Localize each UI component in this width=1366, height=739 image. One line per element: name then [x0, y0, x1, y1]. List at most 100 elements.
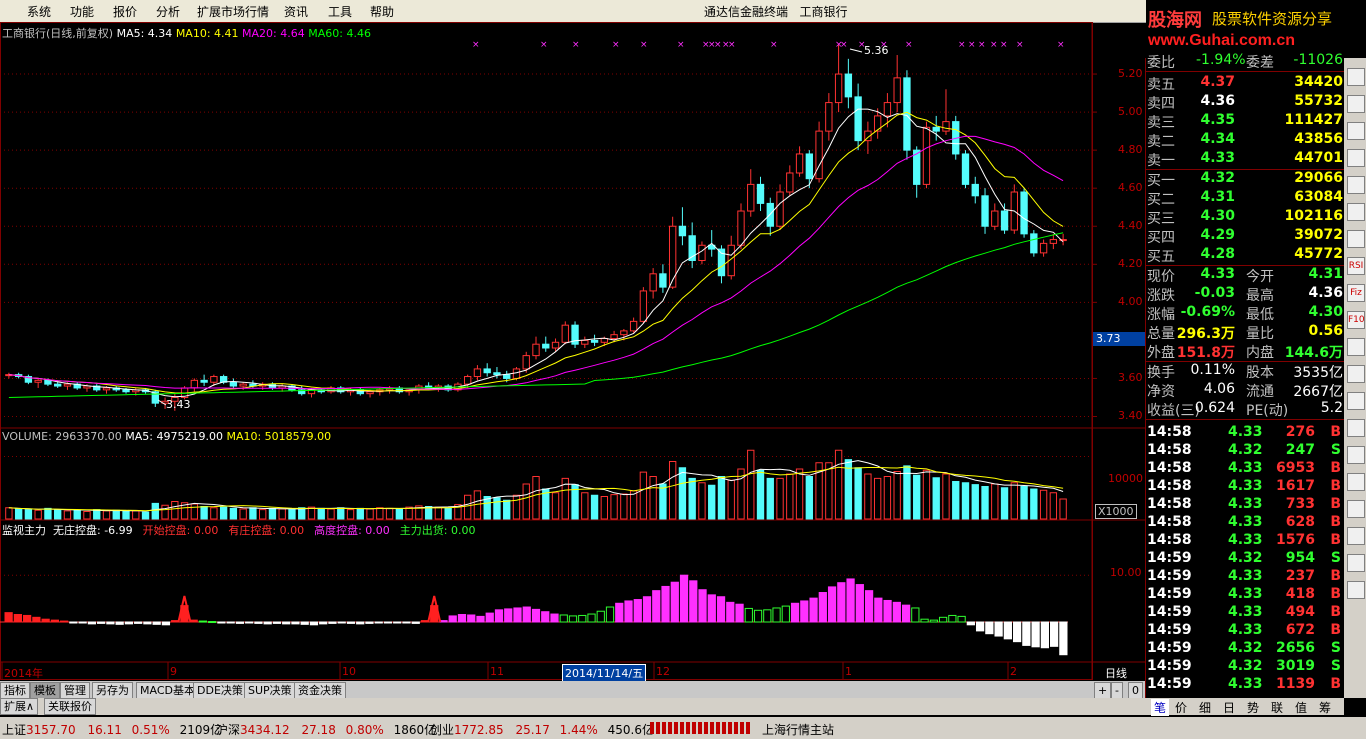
- tick-side: B: [1330, 622, 1341, 638]
- ask-row[interactable]: 卖五 4.37 34420: [1146, 74, 1345, 93]
- bid-row[interactable]: 买一 4.32 29066: [1146, 170, 1345, 189]
- panel-tab-2[interactable]: 细: [1199, 699, 1211, 716]
- tick-row[interactable]: 14:59 4.33 494 B: [1146, 604, 1345, 623]
- fund-icon[interactable]: [1347, 230, 1365, 248]
- menu-function[interactable]: 功能: [70, 3, 94, 20]
- candle-body: [532, 343, 540, 357]
- tab-template[interactable]: 模板: [30, 682, 60, 699]
- zoom-out-button[interactable]: -: [1111, 682, 1123, 699]
- menu-news[interactable]: 资讯: [284, 3, 308, 20]
- tab-fund[interactable]: 资金决策: [294, 682, 346, 699]
- fiz-icon[interactable]: Fiz: [1347, 284, 1365, 302]
- indicator-bar: [892, 601, 901, 623]
- panel-tab-7[interactable]: 筹: [1319, 699, 1331, 716]
- menu-icon[interactable]: [1347, 365, 1365, 383]
- tick-row[interactable]: 14:58 4.32 247 S: [1146, 442, 1345, 461]
- bid-row[interactable]: 买二 4.31 63084: [1146, 189, 1345, 208]
- volume-bar: [395, 508, 404, 520]
- stat-row[interactable]: 涨跌 -0.03 最高 4.36: [1146, 285, 1345, 304]
- bid-row[interactable]: 买四 4.29 39072: [1146, 227, 1345, 246]
- menu-help[interactable]: 帮助: [370, 3, 394, 20]
- bid-row[interactable]: 买三 4.30 102116: [1146, 208, 1345, 227]
- ask-row[interactable]: 卖四 4.36 55732: [1146, 93, 1345, 112]
- tick-row[interactable]: 14:59 4.33 1139 B: [1146, 676, 1345, 695]
- fundamental-row[interactable]: 换手 0.11% 股本 3535亿: [1146, 362, 1345, 381]
- tick-row[interactable]: 14:58 4.33 733 B: [1146, 496, 1345, 515]
- menu-analysis[interactable]: 分析: [156, 3, 180, 20]
- tab-save-as[interactable]: 另存为: [92, 682, 133, 699]
- candle-body: [503, 374, 511, 379]
- tick-row[interactable]: 14:59 4.33 672 B: [1146, 622, 1345, 641]
- chart-area[interactable]: × × × × × × × × × × × × × × × × × × × × × × × × 工商银行(日线,前复权) MA…: [0, 22, 1146, 682]
- bar-chart-icon[interactable]: [1347, 95, 1365, 113]
- zoom-icon[interactable]: [1347, 446, 1365, 464]
- tick-row[interactable]: 14:58 4.33 6953 B: [1146, 460, 1345, 479]
- pattern-icon[interactable]: [1347, 419, 1365, 437]
- tab-macd[interactable]: MACD基本: [136, 682, 199, 699]
- tick-row[interactable]: 14:58 4.33 1576 B: [1146, 532, 1345, 551]
- bid-row[interactable]: 买五 4.28 45772: [1146, 246, 1345, 266]
- ratio-row[interactable]: 委比 -1.94% 委差 -11026: [1146, 52, 1345, 72]
- rsi-icon[interactable]: [1347, 392, 1365, 410]
- tick-row[interactable]: 14:58 4.33 1617 B: [1146, 478, 1345, 497]
- tick-row[interactable]: 14:59 4.32 3019 S: [1146, 658, 1345, 677]
- compare-icon[interactable]: [1347, 338, 1365, 356]
- f10-icon[interactable]: F10: [1347, 311, 1365, 329]
- tick-row[interactable]: 14:59 4.33 418 B: [1146, 586, 1345, 605]
- server-name[interactable]: 上海行情主站: [762, 721, 834, 738]
- tick-row[interactable]: 14:59 4.32 2656 S: [1146, 640, 1345, 659]
- tab-indicator[interactable]: 指标: [0, 682, 30, 699]
- tab-related-quote[interactable]: 关联报价: [44, 698, 96, 715]
- indicator-bar: [393, 621, 402, 624]
- menu-system[interactable]: 系统: [27, 3, 51, 20]
- tick-row[interactable]: 14:59 4.32 954 S: [1146, 550, 1345, 569]
- line-chart-icon[interactable]: [1347, 68, 1365, 86]
- arrow-icon[interactable]: [1347, 473, 1365, 491]
- zoom-in-button[interactable]: +: [1094, 682, 1112, 699]
- volume-icon[interactable]: [1347, 203, 1365, 221]
- stat-row[interactable]: 总量 296.3万 量比 0.56: [1146, 323, 1345, 342]
- panel-tab-5[interactable]: 联: [1271, 699, 1283, 716]
- panel-tab-6[interactable]: 值: [1295, 699, 1307, 716]
- history-icon[interactable]: [1347, 527, 1365, 545]
- indicator-bar: [633, 599, 642, 623]
- stat-row[interactable]: 外盘 151.8万 内盘 144.6万: [1146, 342, 1345, 362]
- rsi-icon[interactable]: RSI: [1347, 257, 1365, 275]
- trend-icon[interactable]: [1347, 149, 1365, 167]
- tick-side: S: [1330, 550, 1341, 566]
- panel-tab-4[interactable]: 势: [1247, 699, 1259, 716]
- settings-icon[interactable]: [1347, 581, 1365, 599]
- menu-ext-market[interactable]: 扩展市场行情: [197, 3, 269, 20]
- fundamental-row[interactable]: 收益(三) 0.624 PE(动) 5.2: [1146, 400, 1345, 420]
- ask-row[interactable]: 卖二 4.34 43856: [1146, 131, 1345, 150]
- menu-tools[interactable]: 工具: [328, 3, 352, 20]
- stat-row[interactable]: 涨幅 -0.69% 最低 4.30: [1146, 304, 1345, 323]
- period-label[interactable]: 日线: [1105, 665, 1127, 681]
- status-cy[interactable]: 创业1772.85 25.17 1.44% 450.6亿: [430, 721, 654, 738]
- ask-row[interactable]: 卖三 4.35 111427: [1146, 112, 1345, 131]
- ask-row[interactable]: 卖一 4.33 44701: [1146, 150, 1345, 170]
- shift-icon[interactable]: [1347, 554, 1365, 572]
- stat-row[interactable]: 现价 4.33 今开 4.31: [1146, 266, 1345, 285]
- tick-row[interactable]: 14:59 4.33 237 B: [1146, 568, 1345, 587]
- kline-icon[interactable]: [1347, 176, 1365, 194]
- stat-label: 涨跌: [1147, 288, 1175, 304]
- panel-tab-0[interactable]: 笔: [1151, 699, 1170, 716]
- fundamental-row[interactable]: 净资 4.06 流通 2667亿: [1146, 381, 1345, 400]
- tick-row[interactable]: 14:58 4.33 628 B: [1146, 514, 1345, 533]
- tab-sup[interactable]: SUP决策: [244, 682, 296, 699]
- panel-tab-1[interactable]: 价: [1175, 699, 1187, 716]
- tick-row[interactable]: 14:58 4.33 276 B: [1146, 424, 1345, 443]
- status-sz[interactable]: 沪深3434.12 27.18 0.80% 1860亿: [216, 721, 436, 738]
- panel-tab-3[interactable]: 日: [1223, 699, 1235, 716]
- candle-icon[interactable]: [1347, 122, 1365, 140]
- info-icon[interactable]: [1347, 500, 1365, 518]
- kline-chart[interactable]: × × × × × × ××× ×× × ×× × × × × × × × × × ×: [0, 22, 1145, 680]
- tab-dde[interactable]: DDE决策: [193, 682, 247, 699]
- zoom-reset-button[interactable]: 0: [1128, 682, 1143, 699]
- status-sh[interactable]: 上证3157.70 16.11 0.51% 2109亿: [2, 721, 222, 738]
- menu-quote[interactable]: 报价: [113, 3, 137, 20]
- volume-bar: [991, 483, 999, 520]
- tab-manage[interactable]: 管理: [60, 682, 90, 699]
- tab-extend[interactable]: 扩展∧: [0, 698, 39, 715]
